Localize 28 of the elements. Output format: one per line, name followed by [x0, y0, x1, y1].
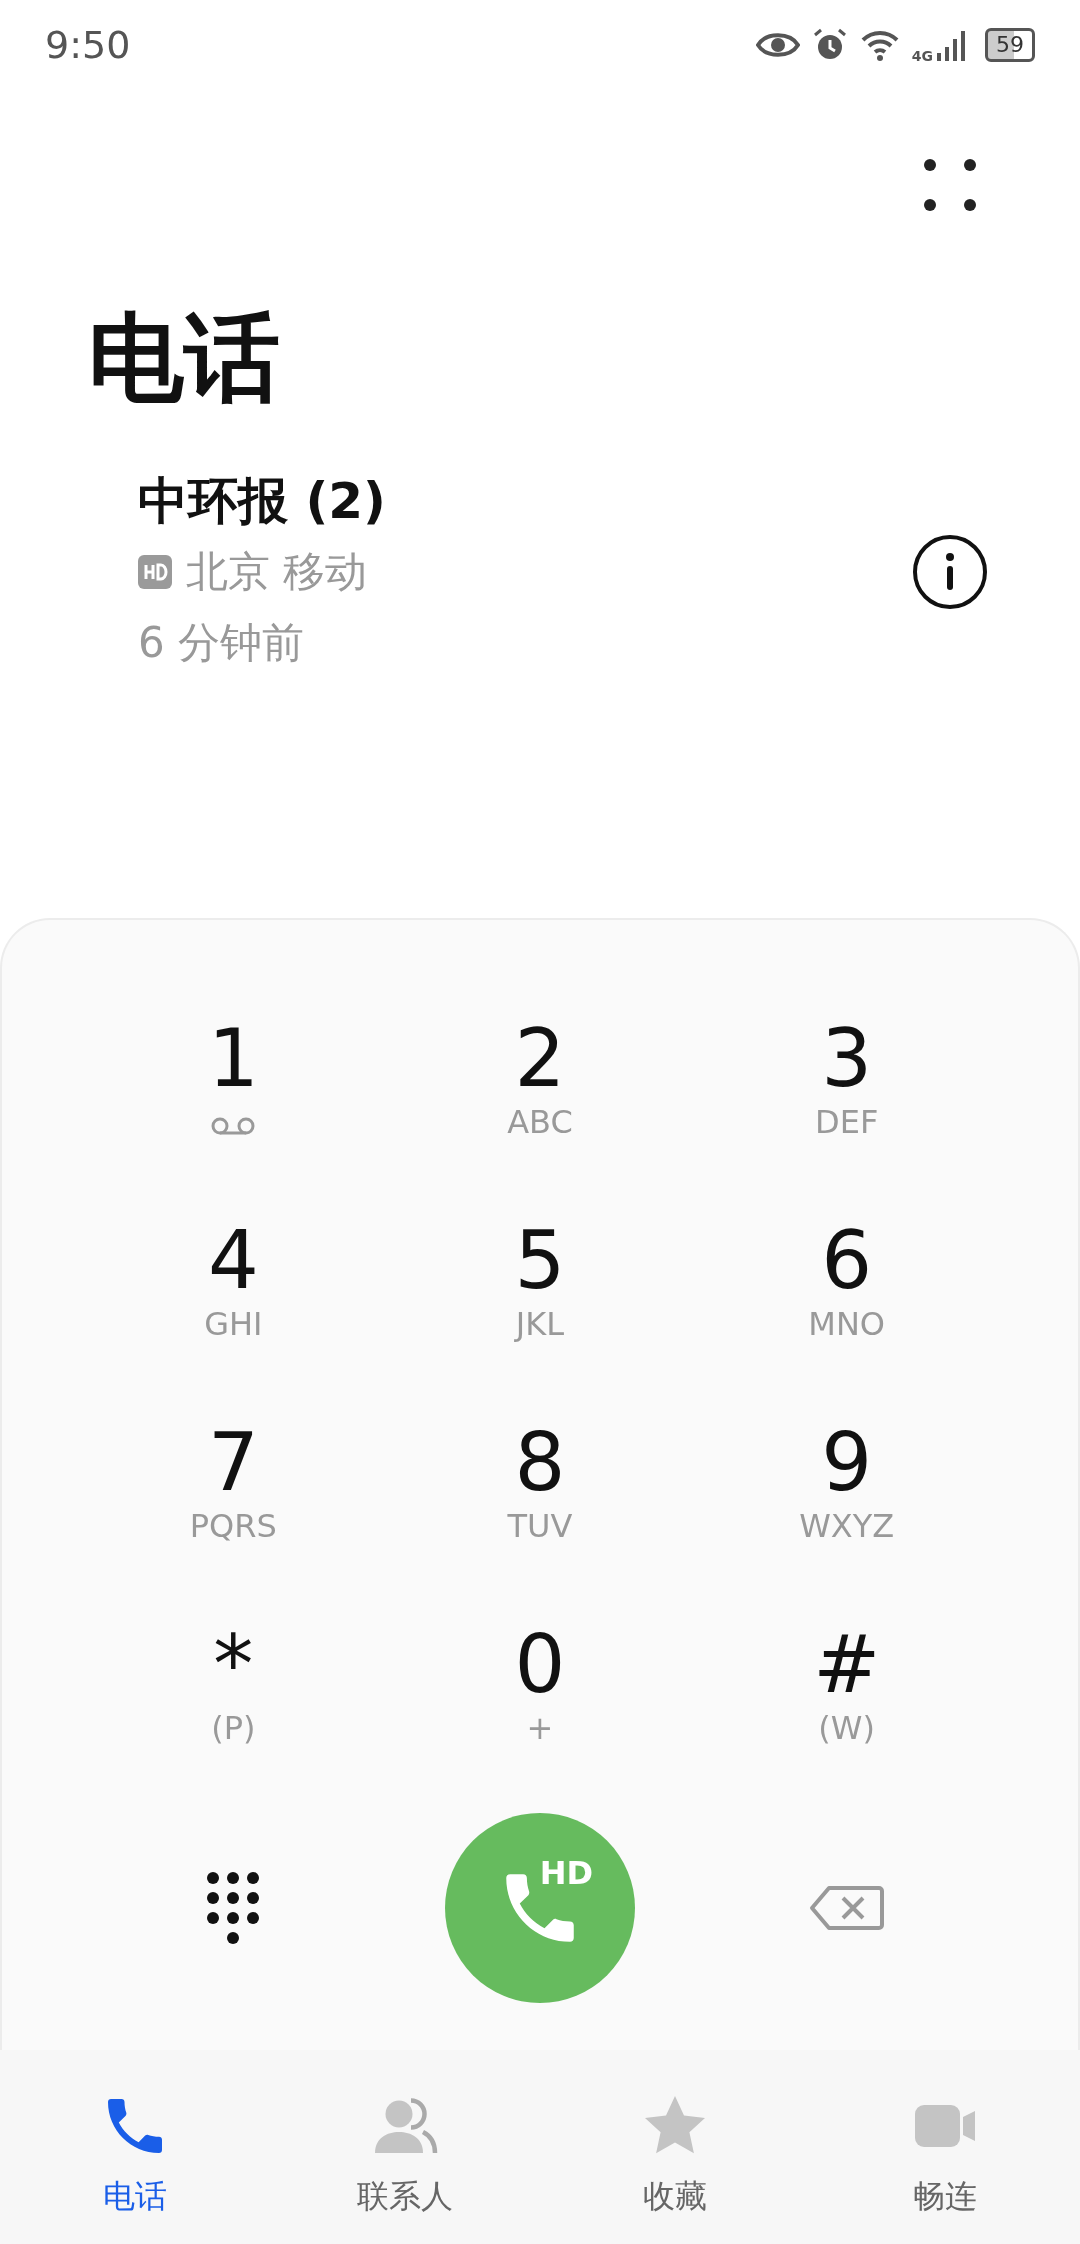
- battery-indicator: 59: [985, 28, 1035, 62]
- dial-key[interactable]: 5 JKL: [386, 1207, 694, 1409]
- nav-tab[interactable]: 联系人: [270, 2050, 540, 2244]
- dial-key[interactable]: * (P): [80, 1611, 387, 1813]
- dial-key[interactable]: 9 WXYZ: [693, 1409, 1000, 1611]
- backspace-button[interactable]: [808, 1885, 885, 1931]
- dial-key[interactable]: 4 GHI: [80, 1207, 387, 1409]
- eye-icon: [755, 30, 800, 60]
- page-title: 电话: [87, 301, 280, 406]
- network-type: 4G: [911, 46, 933, 66]
- dial-key[interactable]: 7 PQRS: [80, 1409, 387, 1611]
- dial-key[interactable]: # (W): [693, 1611, 1000, 1813]
- clock-time: 9:50: [45, 21, 131, 69]
- dial-key[interactable]: 3 DEF: [693, 1005, 1000, 1207]
- dialpad-toggle-button[interactable]: [207, 1872, 260, 1944]
- call-time: 6 分钟前: [138, 617, 306, 670]
- nav-tab[interactable]: 电话: [0, 2050, 270, 2244]
- contact-name: 中环报 (2): [138, 471, 386, 532]
- dial-key[interactable]: 6 MNO: [693, 1207, 1000, 1409]
- dial-key[interactable]: 0 +: [386, 1611, 694, 1813]
- wifi-icon: [859, 28, 900, 62]
- dial-key[interactable]: 1: [80, 1005, 387, 1207]
- dial-key[interactable]: 8 TUV: [386, 1409, 694, 1611]
- voicemail-icon: [210, 1115, 257, 1137]
- nav-tab[interactable]: 收藏: [540, 2050, 810, 2244]
- nav-tab[interactable]: 畅连: [810, 2050, 1080, 2244]
- call-location: 北京 移动: [186, 546, 368, 598]
- dial-key[interactable]: 2 ABC: [386, 1005, 694, 1207]
